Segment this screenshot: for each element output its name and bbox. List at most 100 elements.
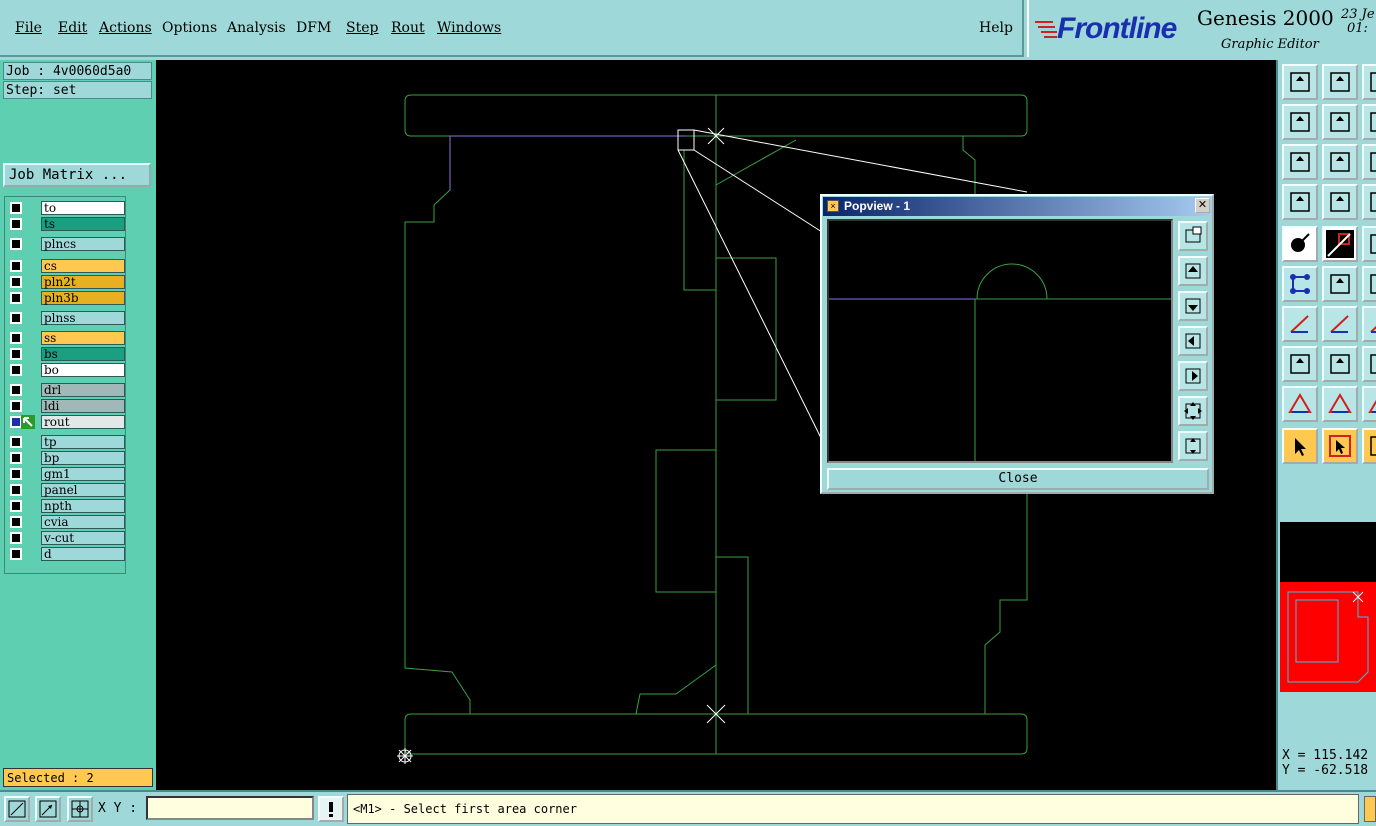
popview-zoom-fit-icon[interactable] <box>1178 396 1208 426</box>
redo-icon[interactable] <box>1362 104 1376 140</box>
snap-tool-icon[interactable] <box>1362 184 1376 220</box>
layer-row-d[interactable]: d <box>7 547 125 561</box>
layer-checkbox[interactable] <box>10 332 22 344</box>
popview-pan-down-icon[interactable] <box>1178 291 1208 321</box>
layer-name[interactable]: ldi <box>41 399 125 413</box>
xy-input[interactable] <box>146 796 314 820</box>
layer-name[interactable]: drl <box>41 383 125 397</box>
menu-actions[interactable]: Actions <box>99 20 152 36</box>
layer-row-pln3b[interactable]: pln3b <box>7 291 125 305</box>
menu-dfm[interactable]: DFM <box>296 20 331 36</box>
layer-checkbox[interactable] <box>10 500 22 512</box>
menu-step[interactable]: Step <box>346 20 378 36</box>
layer-row-tp[interactable]: tp <box>7 435 125 449</box>
layer-name[interactable]: ss <box>41 331 125 345</box>
draw-line-icon[interactable] <box>1322 226 1358 262</box>
layer-name[interactable]: gm1 <box>41 467 125 481</box>
layer-row-drl[interactable]: drl <box>7 383 125 397</box>
layer-name[interactable]: panel <box>41 483 125 497</box>
layer-checkbox[interactable] <box>10 436 22 448</box>
zoom-home-icon[interactable] <box>1282 64 1318 100</box>
zoom-area-icon[interactable] <box>4 796 30 822</box>
layer-checkbox[interactable] <box>10 292 22 304</box>
snap-grid-icon[interactable] <box>67 796 93 822</box>
layer-name[interactable]: cvia <box>41 515 125 529</box>
layer-row-plnss[interactable]: plnss <box>7 311 125 325</box>
measure-icon[interactable] <box>35 796 61 822</box>
layer-row-ldi[interactable]: ldi <box>7 399 125 413</box>
menu-file[interactable]: File <box>15 20 42 36</box>
menu-windows[interactable]: Windows <box>437 20 501 36</box>
layer-checkbox[interactable] <box>10 452 22 464</box>
triangle-icon[interactable] <box>1282 386 1318 422</box>
trim-icon[interactable] <box>1322 346 1358 382</box>
layer-name[interactable]: d <box>41 547 125 561</box>
menu-analysis[interactable]: Analysis <box>227 20 286 36</box>
extend-icon[interactable] <box>1362 346 1376 382</box>
layer-name[interactable]: bp <box>41 451 125 465</box>
layer-checkbox[interactable] <box>10 532 22 544</box>
status-indicator[interactable] <box>1364 796 1376 822</box>
menu-edit[interactable]: Edit <box>58 20 87 36</box>
layer-checkbox[interactable] <box>10 400 22 412</box>
layer-name[interactable]: pln3b <box>41 291 125 305</box>
menu-rout[interactable]: Rout <box>391 20 425 36</box>
layer-row-panel[interactable]: panel <box>7 483 125 497</box>
popview-zoom-out-icon[interactable] <box>1178 431 1208 461</box>
line-angle-icon[interactable] <box>1282 306 1318 342</box>
home-icon[interactable] <box>1362 64 1376 100</box>
layer-row-ss[interactable]: ss <box>7 331 125 345</box>
popview-pan-up-icon[interactable] <box>1178 256 1208 286</box>
popview-close-icon[interactable]: ✕ <box>1195 198 1210 213</box>
layer-checkbox[interactable] <box>10 516 22 528</box>
layer-checkbox[interactable] <box>10 364 22 376</box>
layer-checkbox[interactable] <box>10 468 22 480</box>
add-pad-icon[interactable] <box>1282 226 1318 262</box>
layer-name[interactable]: to <box>41 201 125 215</box>
slope-line-icon[interactable] <box>1322 306 1358 342</box>
pan-left-icon[interactable] <box>1282 104 1318 140</box>
layer-checkbox[interactable] <box>10 218 22 230</box>
layer-row-plncs[interactable]: plncs <box>7 237 125 251</box>
polygon-icon[interactable] <box>1322 386 1358 422</box>
center-icon[interactable] <box>1322 144 1358 180</box>
popview-title[interactable]: Popview - 1 <box>823 197 1211 216</box>
popview-pan-left-icon[interactable] <box>1178 326 1208 356</box>
select-arrow-icon[interactable] <box>1282 428 1318 464</box>
layer-checkbox[interactable] <box>10 312 22 324</box>
layer-row-cs[interactable]: cs <box>7 259 125 273</box>
layer-checkbox[interactable] <box>10 484 22 496</box>
layer-row-pln2t[interactable]: pln2t <box>7 275 125 289</box>
layer-checkbox[interactable] <box>10 260 22 272</box>
lasso-icon[interactable] <box>1362 428 1376 464</box>
layer-row-bs[interactable]: bs <box>7 347 125 361</box>
arc-icon[interactable] <box>1362 306 1376 342</box>
shape-icon[interactable] <box>1362 386 1376 422</box>
layer-name[interactable]: npth <box>41 499 125 513</box>
ruler-icon[interactable] <box>1362 226 1376 262</box>
layer-row-v-cut[interactable]: v-cut <box>7 531 125 545</box>
layer-checkbox[interactable] <box>10 238 22 250</box>
layer-name[interactable]: bo <box>41 363 125 377</box>
popview-zoom-in-icon[interactable] <box>1178 221 1208 251</box>
pan-right-icon[interactable] <box>1322 104 1358 140</box>
layer-row-cvia[interactable]: cvia <box>7 515 125 529</box>
layer-row-bo[interactable]: bo <box>7 363 125 377</box>
layer-row-rout[interactable]: rout <box>7 415 125 429</box>
layer-name[interactable]: v-cut <box>41 531 125 545</box>
layer-checkbox[interactable] <box>10 202 22 214</box>
layer-name[interactable]: plnss <box>41 311 125 325</box>
layer-checkbox[interactable] <box>10 348 22 360</box>
layer-row-to[interactable]: to <box>7 201 125 215</box>
select-box-icon[interactable] <box>1322 428 1358 464</box>
overview-minimap[interactable] <box>1278 522 1376 692</box>
layer-checkbox[interactable] <box>10 548 22 560</box>
layer-name[interactable]: tp <box>41 435 125 449</box>
layer-row-npth[interactable]: npth <box>7 499 125 513</box>
warning-icon[interactable] <box>318 796 344 822</box>
node-edit-icon[interactable] <box>1282 266 1318 302</box>
move-node-icon[interactable] <box>1362 266 1376 302</box>
layer-name[interactable]: pln2t <box>41 275 125 289</box>
layer-checkbox[interactable] <box>10 276 22 288</box>
zoom-extents-icon[interactable] <box>1322 64 1358 100</box>
